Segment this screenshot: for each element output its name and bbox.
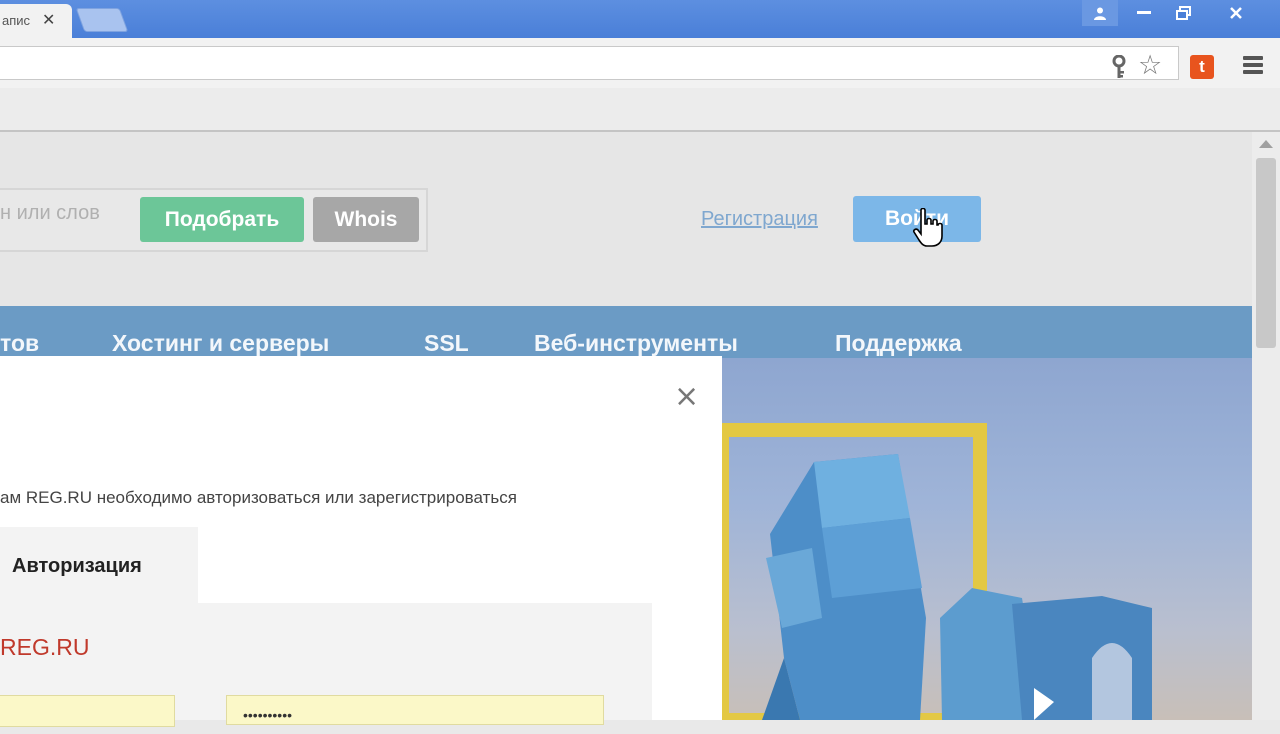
nav-item-support[interactable]: Поддержка [835, 330, 962, 357]
scroll-thumb[interactable] [1256, 158, 1276, 348]
tab-authorization[interactable]: Авторизация [0, 527, 198, 603]
promo-banner-image [722, 358, 1252, 720]
browser-tab[interactable]: апис ✕ [0, 4, 72, 38]
nav-item-hosting[interactable]: Хостинг и серверы [112, 330, 329, 357]
browser-titlebar: апис ✕ [0, 0, 1280, 38]
pick-domain-button[interactable]: Подобрать [140, 197, 304, 242]
browser-toolbar [0, 38, 1280, 88]
nav-item-web-tools[interactable]: Веб-инструменты [534, 330, 738, 357]
tab-authorization-label: Авторизация [12, 555, 142, 577]
restore-button[interactable] [1166, 0, 1202, 26]
login-field[interactable] [0, 695, 175, 727]
modal-description: ам REG.RU необходимо авторизоваться или … [0, 488, 517, 507]
new-tab-button[interactable] [75, 8, 129, 32]
form-title: REG.RU [0, 634, 90, 660]
domain-search-input[interactable]: н или слов [0, 202, 100, 225]
user-profile-icon[interactable] [1082, 0, 1118, 26]
nav-item-domains[interactable]: тов [0, 330, 39, 357]
nav-item-ssl[interactable]: SSL [424, 330, 469, 357]
minimize-button[interactable] [1126, 0, 1162, 26]
modal-close-icon[interactable]: × [674, 382, 699, 412]
key-icon[interactable] [1110, 54, 1128, 84]
browser-menu-icon[interactable] [1243, 56, 1263, 76]
tab-close-icon[interactable]: ✕ [42, 10, 55, 30]
register-link[interactable]: Регистрация [701, 208, 818, 231]
address-bar[interactable] [0, 46, 1179, 80]
hand-pointer-cursor-icon [912, 207, 946, 253]
close-window-button[interactable] [1212, 0, 1260, 26]
bookmark-star-icon[interactable]: ☆ [1138, 52, 1162, 79]
scroll-up-arrow-icon[interactable] [1259, 140, 1273, 148]
bookmarks-bar [0, 88, 1280, 132]
whois-button[interactable]: Whois [313, 197, 419, 242]
extension-icon[interactable]: t [1190, 55, 1214, 79]
tab-title: апис [2, 13, 31, 28]
password-field[interactable]: •••••••••• [226, 695, 604, 725]
